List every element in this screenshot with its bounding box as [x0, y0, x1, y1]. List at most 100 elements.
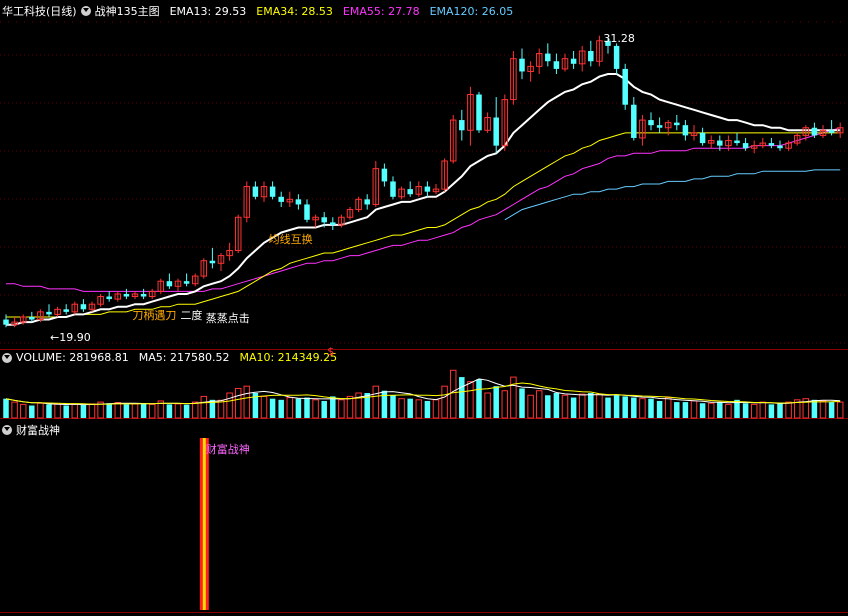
volume-bar-up: [200, 395, 208, 419]
signal-text-steam: 蒸蒸点击: [205, 312, 250, 326]
candle-body-down: [682, 125, 689, 136]
volume-bar-down: [682, 402, 689, 418]
candle-body-down: [631, 104, 637, 138]
candle-body-down: [381, 168, 388, 182]
volume-dropdown-icon[interactable]: [2, 352, 12, 363]
candle-body-down: [674, 122, 680, 126]
volume-bar-down: [166, 404, 173, 418]
volume-bar-down: [123, 404, 130, 418]
candle-body-down: [63, 309, 69, 312]
candle-body-down: [390, 181, 396, 197]
volume-bar-down: [811, 399, 818, 418]
volume-bar-down: [330, 396, 336, 418]
candle-body-down: [269, 186, 276, 197]
stock-chart-canvas: [0, 21, 848, 613]
volume-bar-up: [596, 393, 603, 419]
signal-label-ma-cross: 均线互换: [269, 231, 313, 247]
volume-bar-up: [750, 403, 758, 419]
volume-bar-down: [828, 402, 835, 418]
low-price-text: ←19.90: [50, 331, 91, 345]
dollar-marker-text: $: [327, 344, 335, 358]
volume-bar-up: [639, 398, 646, 419]
volume-bar-up: [88, 403, 96, 419]
main-panel-header: 华工科技(日线) 战神135主图 EMA13: 29.53 EMA34: 28.…: [2, 3, 513, 19]
candle-body-down: [742, 143, 749, 149]
volume-bar-up: [527, 394, 534, 419]
template-name[interactable]: 战神135主图: [95, 3, 160, 19]
volume-bar-down: [459, 377, 465, 418]
volume-bar-down: [699, 403, 706, 418]
signal-text-second: 二度: [180, 309, 203, 323]
volume-bar-down: [424, 400, 431, 418]
candle-body-down: [768, 143, 775, 146]
volume-bar-up: [501, 390, 509, 419]
volume-bar-up: [578, 393, 586, 419]
candle-body-down: [295, 199, 302, 205]
volume-bar-up: [174, 403, 182, 419]
volume-bar-down: [3, 398, 9, 418]
volume-bar-down: [588, 393, 594, 418]
volume-bar-up: [260, 395, 268, 419]
candle-body-down: [46, 311, 52, 315]
candle-body-down: [304, 204, 310, 220]
candle-body-down: [209, 260, 216, 264]
volume-bar-up: [690, 400, 698, 419]
wealth-dropdown-icon[interactable]: [2, 425, 12, 435]
volume-bar-up: [114, 402, 122, 419]
volume-bar-up: [759, 401, 767, 419]
candle-body-down: [622, 68, 628, 105]
stock-name[interactable]: 华工科技(日线): [2, 3, 77, 19]
volume-bar-down: [519, 388, 525, 418]
volume-bar-up: [346, 395, 354, 419]
volume-bar-up: [372, 385, 380, 419]
candle-body-down: [166, 281, 173, 287]
volume-bar-down: [476, 379, 482, 418]
candle-body-down: [777, 145, 783, 149]
volume-ma10-line: [5, 382, 841, 405]
volume-ma10-label: MA10: 214349.25: [239, 351, 338, 364]
volume-bar-down: [570, 397, 577, 418]
wealth-signal-bar-core: [202, 438, 206, 610]
volume-ma5-label: MA5: 217580.52: [138, 351, 230, 364]
candle-body-down: [656, 125, 663, 128]
ema34-line: [6, 132, 841, 318]
volume-bar-up: [54, 403, 61, 419]
volume-bar-up: [71, 403, 79, 419]
ema120-label: EMA120: 26.05: [429, 4, 514, 18]
volume-bar-down: [295, 398, 302, 418]
candle-body-down: [106, 296, 112, 300]
candle-body-down: [424, 186, 431, 192]
volume-bar-down: [545, 395, 551, 418]
candle-body-down: [570, 58, 577, 64]
volume-bar-down: [304, 397, 310, 418]
volume-bar-down: [717, 402, 723, 418]
candle-body-down: [321, 217, 327, 223]
candle-body-down: [80, 304, 87, 310]
candle-body-down: [364, 199, 370, 205]
volume-bar-up: [148, 403, 156, 419]
wealth-bar-label: 财富战神: [206, 441, 250, 457]
candle-body-down: [140, 293, 147, 297]
volume-panel-header: VOLUME: 281968.81 MA5: 217580.52 MA10: 2…: [2, 351, 337, 364]
candle-body-down: [828, 130, 835, 133]
volume-bar-up: [664, 397, 672, 419]
wealth-panel-header: 财富战神: [2, 422, 60, 438]
candle-body-down: [252, 186, 259, 197]
volume-bar-down: [29, 405, 35, 418]
volume-bar-down: [407, 398, 413, 418]
volume-bar-up: [312, 399, 319, 419]
volume-bar-up: [819, 400, 827, 419]
volume-bar-down: [321, 400, 327, 418]
template-dropdown-icon[interactable]: [80, 6, 91, 16]
volume-bar-down: [768, 404, 775, 418]
low-price-label: ←19.90: [50, 331, 91, 344]
volume-bar-up: [467, 381, 474, 419]
volume-bar-down: [183, 404, 190, 418]
candle-body-down: [278, 196, 284, 202]
volume-bar-up: [11, 401, 18, 419]
volume-bar-down: [605, 397, 611, 418]
candle-body-down: [545, 53, 551, 62]
volume-bar-down: [80, 404, 87, 418]
volume-bar-up: [836, 401, 844, 419]
candle-body-down: [476, 94, 482, 131]
